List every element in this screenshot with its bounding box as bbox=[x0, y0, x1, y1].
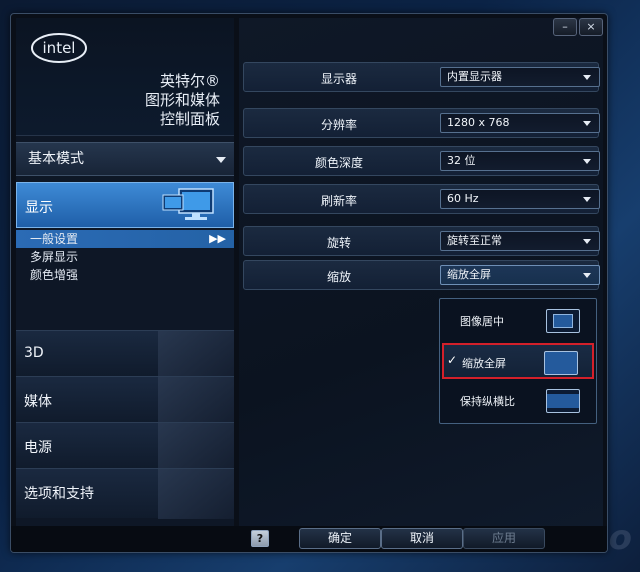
dropdown-value: 内置显示器 bbox=[447, 70, 502, 83]
color-depth-label: 颜色深度 bbox=[314, 156, 363, 170]
apply-button[interactable]: 应用 bbox=[463, 528, 545, 549]
refresh-rate-label: 刷新率 bbox=[320, 194, 357, 208]
intel-logo-text: intel bbox=[43, 39, 76, 57]
mode-select-value: 基本模式 bbox=[28, 151, 84, 167]
refresh-rate-row: 刷新率 60 Hz bbox=[243, 184, 600, 214]
option-center-image[interactable]: 图像居中 bbox=[442, 303, 594, 339]
rotation-label: 旋转 bbox=[326, 236, 351, 250]
submenu-color-enhancement[interactable]: 颜色增强 bbox=[16, 266, 234, 284]
help-button[interactable]: ? bbox=[251, 530, 269, 547]
cancel-button[interactable]: 取消 bbox=[381, 528, 463, 549]
chevron-down-icon bbox=[583, 121, 591, 126]
scaling-options-list: 图像居中 ✓ 缩放全屏 保持纵横比 bbox=[439, 298, 597, 424]
scaling-label: 缩放 bbox=[326, 270, 351, 284]
option-label: 图像居中 bbox=[460, 315, 504, 328]
category-options-support[interactable]: 选项和支持 bbox=[16, 468, 234, 519]
chevron-down-icon bbox=[583, 75, 591, 80]
submenu-general-settings[interactable]: 一般设置 ▶▶ bbox=[16, 230, 234, 248]
scaling-row: 缩放 缩放全屏 bbox=[243, 260, 600, 290]
close-button[interactable]: × bbox=[579, 18, 603, 36]
resolution-label: 分辨率 bbox=[320, 118, 357, 132]
chevron-down-icon bbox=[583, 197, 591, 202]
display-device-dropdown[interactable]: 内置显示器 bbox=[440, 67, 600, 87]
category-power[interactable]: 电源 bbox=[16, 422, 234, 469]
chevron-down-icon bbox=[583, 273, 591, 278]
chevron-down-icon bbox=[216, 157, 226, 163]
submenu-item-label: 颜色增强 bbox=[30, 268, 79, 282]
category-label: 3D bbox=[24, 345, 44, 361]
category-media[interactable]: 媒体 bbox=[16, 376, 234, 423]
refresh-rate-dropdown[interactable]: 60 Hz bbox=[440, 189, 600, 209]
help-tools-icon bbox=[158, 469, 234, 519]
submenu-multi-display[interactable]: 多屏显示 bbox=[16, 248, 234, 266]
center-image-preview-icon bbox=[546, 309, 580, 333]
color-depth-dropdown[interactable]: 32 位 bbox=[440, 151, 600, 171]
minimize-button[interactable]: – bbox=[553, 18, 577, 36]
option-keep-aspect-ratio[interactable]: 保持纵横比 bbox=[442, 383, 594, 419]
dropdown-value: 缩放全屏 bbox=[447, 268, 491, 281]
dropdown-value: 旋转至正常 bbox=[447, 234, 502, 247]
category-3d[interactable]: 3D bbox=[16, 330, 234, 377]
display-device-row: 显示器 内置显示器 bbox=[243, 62, 600, 92]
scaling-dropdown[interactable]: 缩放全屏 bbox=[440, 265, 600, 285]
fullscreen-preview-icon bbox=[544, 351, 578, 375]
checkmark-icon: ✓ bbox=[447, 353, 458, 367]
dropdown-value: 60 Hz bbox=[447, 192, 479, 205]
category-label: 选项和支持 bbox=[24, 486, 94, 502]
dropdown-value: 1280 x 768 bbox=[447, 116, 510, 129]
category-display-label: 显示 bbox=[25, 200, 53, 216]
brand-title-line: 控制面板 bbox=[159, 110, 220, 128]
chevron-down-icon bbox=[583, 239, 591, 244]
option-label: 保持纵横比 bbox=[460, 395, 515, 408]
camera-icon bbox=[158, 377, 234, 423]
aspect-ratio-preview-icon bbox=[546, 389, 580, 413]
window-controls: – × bbox=[553, 18, 603, 36]
rotation-dropdown[interactable]: 旋转至正常 bbox=[440, 231, 600, 251]
rotation-row: 旋转 旋转至正常 bbox=[243, 226, 600, 256]
ok-button[interactable]: 确定 bbox=[299, 528, 381, 549]
settings-panel: 显示器 内置显示器 分辨率 1280 x 768 颜色深度 32 位 刷新率 6… bbox=[239, 18, 603, 526]
monitor-icon bbox=[162, 188, 214, 220]
left-navigation-panel: intel 英特尔® 图形和媒体 控制面板 基本模式 显示 一般设置 ▶▶ 多屏… bbox=[16, 18, 234, 526]
double-arrow-icon: ▶▶ bbox=[209, 232, 226, 245]
submenu-item-label: 多屏显示 bbox=[30, 250, 79, 264]
color-depth-row: 颜色深度 32 位 bbox=[243, 146, 600, 176]
category-display[interactable]: 显示 bbox=[16, 182, 234, 228]
submenu-item-label: 一般设置 bbox=[30, 232, 79, 246]
mode-select[interactable]: 基本模式 bbox=[16, 142, 234, 176]
option-scale-fullscreen[interactable]: ✓ 缩放全屏 bbox=[442, 343, 594, 379]
category-label: 媒体 bbox=[24, 394, 52, 410]
category-label: 电源 bbox=[24, 440, 52, 456]
resolution-row: 分辨率 1280 x 768 bbox=[243, 108, 600, 138]
3d-shapes-icon bbox=[158, 331, 234, 377]
intel-logo: intel bbox=[31, 33, 87, 63]
display-submenu: 一般设置 ▶▶ 多屏显示 颜色增强 bbox=[16, 230, 234, 284]
brand-title-line: 图形和媒体 bbox=[144, 91, 220, 109]
resolution-dropdown[interactable]: 1280 x 768 bbox=[440, 113, 600, 133]
brand-title-line: 英特尔® bbox=[159, 72, 220, 90]
bottom-button-bar: ? 确定 取消 应用 bbox=[11, 526, 607, 552]
brand-header: intel 英特尔® 图形和媒体 控制面板 bbox=[16, 18, 234, 136]
dropdown-value: 32 位 bbox=[447, 154, 476, 167]
intel-control-panel-window: – × intel 英特尔® 图形和媒体 控制面板 基本模式 显示 一般设置 ▶… bbox=[10, 13, 608, 553]
brand-title: 英特尔® 图形和媒体 控制面板 bbox=[145, 72, 220, 129]
display-device-label: 显示器 bbox=[320, 72, 357, 86]
power-icon bbox=[158, 423, 234, 469]
option-label: 缩放全屏 bbox=[462, 357, 506, 370]
chevron-down-icon bbox=[583, 159, 591, 164]
